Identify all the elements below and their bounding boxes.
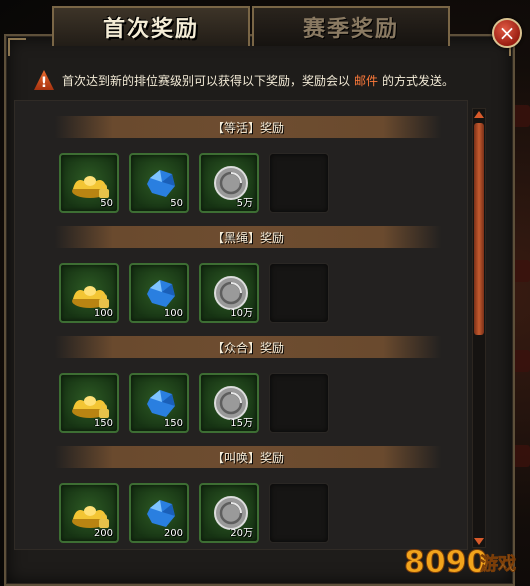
svg-text:游戏: 游戏: [480, 553, 516, 575]
empty-reward-slot: [269, 263, 329, 323]
reward-quantity: 200: [93, 528, 113, 539]
scroll-up-icon[interactable]: [474, 111, 484, 118]
frame-corner-ornament: [8, 38, 26, 56]
reward-section: 【众合】奖励 150 150 15万: [15, 321, 469, 433]
reward-slot-silver-coin[interactable]: 10万: [199, 263, 259, 323]
lock-icon: [99, 514, 109, 528]
reward-slot-blue-crystal[interactable]: 150: [129, 373, 189, 433]
blue-crystal-icon: [147, 390, 175, 417]
reward-quantity: 15万: [230, 418, 253, 429]
notice-text: 首次达到新的排位赛级别可以获得以下奖励，奖励会以: [62, 73, 351, 88]
reward-quantity: 200: [163, 528, 183, 539]
notice-mail-highlight: 邮件: [354, 73, 379, 88]
reward-slot-gold-ingot[interactable]: 50: [59, 153, 119, 213]
reward-slot-gold-ingot[interactable]: 200: [59, 483, 119, 543]
section-header: 【叫唤】奖励: [55, 446, 441, 468]
warning-icon: !: [34, 70, 54, 90]
reward-quantity: 20万: [230, 528, 253, 539]
empty-reward-slot: [269, 483, 329, 543]
reward-slot-silver-coin[interactable]: 5万: [199, 153, 259, 213]
reward-slot-silver-coin[interactable]: 15万: [199, 373, 259, 433]
tab-first-time-reward[interactable]: 首次奖励: [52, 6, 250, 46]
blue-crystal-icon: [147, 280, 175, 307]
lock-icon: [99, 184, 109, 198]
empty-reward-slot: [269, 373, 329, 433]
reward-section: 【黑绳】奖励 100 100 10万: [15, 211, 469, 323]
section-header: 【众合】奖励: [55, 336, 441, 358]
reward-quantity: 50: [100, 198, 113, 209]
reward-slot-gold-ingot[interactable]: 150: [59, 373, 119, 433]
svg-text:8090: 8090: [404, 545, 488, 580]
notice-text-tail: 的方式发送。: [382, 73, 455, 88]
lock-icon: [99, 404, 109, 418]
reward-list[interactable]: 【等活】奖励 50 50 5万 【黑绳】奖励 100 100 10万 【众合】奖…: [14, 100, 468, 550]
reward-quantity: 100: [163, 308, 183, 319]
reward-notice: ! 首次达到新的排位赛级别可以获得以下奖励，奖励会以 邮件 的方式发送。: [34, 68, 504, 92]
empty-reward-slot: [269, 153, 329, 213]
reward-quantity: 10万: [230, 308, 253, 319]
reward-section: 【等活】奖励 50 50 5万: [15, 101, 469, 213]
close-button[interactable]: ×: [492, 18, 522, 48]
reward-list-scrollbar[interactable]: [472, 108, 486, 548]
8090-watermark-logo: 8090 游戏: [404, 545, 517, 581]
reward-quantity: 5万: [236, 198, 253, 209]
blue-crystal-icon: [147, 500, 175, 527]
reward-quantity: 150: [163, 418, 183, 429]
lock-icon: [99, 294, 109, 308]
reward-slot-gold-ingot[interactable]: 100: [59, 263, 119, 323]
reward-quantity: 50: [170, 198, 183, 209]
blue-crystal-icon: [147, 170, 175, 197]
tab-season-reward[interactable]: 赛季奖励: [252, 6, 450, 46]
reward-slot-blue-crystal[interactable]: 200: [129, 483, 189, 543]
scroll-thumb[interactable]: [474, 123, 484, 335]
reward-slot-silver-coin[interactable]: 20万: [199, 483, 259, 543]
reward-slot-blue-crystal[interactable]: 50: [129, 153, 189, 213]
section-header: 【黑绳】奖励: [55, 226, 441, 248]
reward-quantity: 150: [93, 418, 113, 429]
section-header: 【等活】奖励: [55, 116, 441, 138]
reward-section: 【叫唤】奖励 200 200 20万: [15, 431, 469, 543]
close-icon: ×: [498, 21, 516, 45]
reward-slot-blue-crystal[interactable]: 100: [129, 263, 189, 323]
reward-quantity: 100: [93, 308, 113, 319]
